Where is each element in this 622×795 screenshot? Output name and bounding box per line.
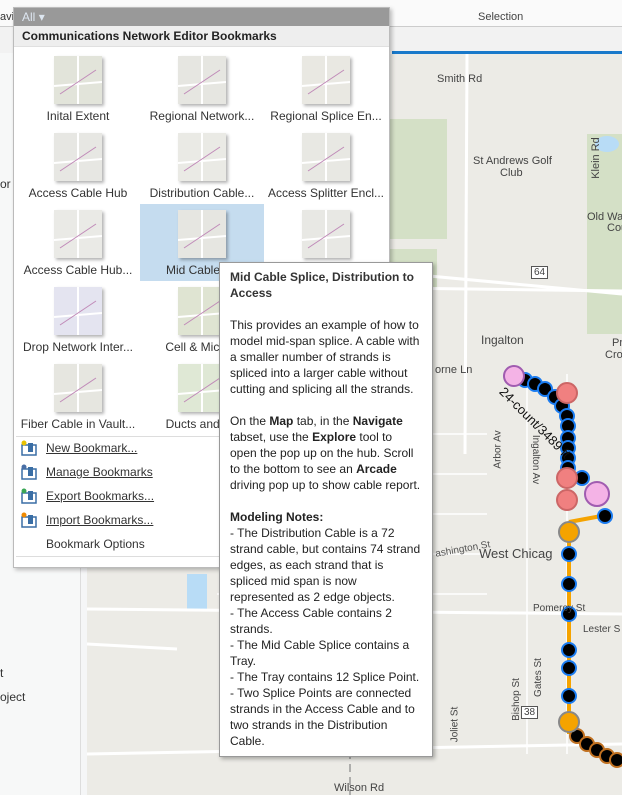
map-label: Smith Rd — [437, 73, 483, 85]
bookmark-item[interactable]: Access Splitter Encl... — [264, 127, 388, 204]
map-label: Cro — [605, 349, 622, 361]
map-label: Club — [500, 167, 523, 179]
map-label: West Chicag — [479, 546, 553, 561]
bookmark-thumbnail — [53, 210, 103, 258]
bookmark-label: Regional Network... — [149, 109, 255, 123]
map-label: Ingalton — [481, 333, 524, 347]
tooltip-description: This provides an example of how to model… — [230, 318, 420, 396]
bookmark-label: Access Splitter Encl... — [267, 186, 385, 200]
bookmark-label: Access Cable Hub — [28, 186, 128, 200]
bookmark-thumbnail — [301, 56, 351, 104]
route-shield: 64 — [531, 266, 549, 279]
menu-item-label: Export Bookmarks... — [46, 489, 155, 503]
bookmark-thumbnail — [177, 210, 227, 258]
menu-item-label: Import Bookmarks... — [46, 513, 154, 527]
bookmark-label: Inital Extent — [46, 109, 110, 123]
note-item: - The Distribution Cable is a 72 strand … — [230, 526, 421, 604]
bookmark-item[interactable]: Regional Network... — [140, 50, 264, 127]
filter-dropdown[interactable]: All ▾ — [14, 8, 389, 26]
new-bookmark-icon — [20, 440, 38, 456]
bookmark-label: Regional Splice En... — [270, 109, 382, 123]
manage-bookmarks-icon — [20, 464, 38, 480]
selection-group-label: Selection — [478, 11, 524, 23]
bookmark-label: Drop Network Inter... — [22, 340, 134, 354]
chevron-down-icon: ▾ — [38, 10, 45, 24]
menu-item-label: Bookmark Options — [46, 537, 145, 551]
network-node — [609, 752, 622, 768]
bookmark-thumbnail — [53, 133, 103, 181]
map-label: Pomeroy St — [533, 603, 586, 614]
tooltip-instructions: On the Map tab, in the Navigate tabset, … — [230, 414, 421, 492]
map-label: Arbor Av — [492, 430, 504, 469]
note-item: - The Mid Cable Splice contains a Tray. — [230, 638, 410, 668]
map-label: orne Ln — [435, 364, 473, 376]
tooltip-title: Mid Cable Splice, Distribution to Access — [230, 270, 415, 300]
network-node — [561, 576, 577, 592]
map-label: Wilson Rd — [334, 782, 385, 794]
bookmark-item[interactable]: Access Cable Hub — [16, 127, 140, 204]
hub-icon — [558, 521, 580, 543]
import-bookmarks-icon — [20, 512, 38, 528]
map-label: Cou — [607, 222, 622, 234]
bookmarks-header: Communications Network Editor Bookmarks — [14, 26, 389, 47]
bookmark-thumbnail — [177, 56, 227, 104]
map-label: Gates St — [532, 658, 544, 697]
map-label: Lester S — [583, 624, 621, 635]
network-node — [561, 642, 577, 658]
bookmark-item[interactable]: Regional Splice En... — [264, 50, 388, 127]
notes-title: Modeling Notes: — [230, 510, 324, 524]
network-node — [561, 688, 577, 704]
note-item: - The Access Cable contains 2 strands. — [230, 606, 392, 636]
bookmark-item[interactable]: Distribution Cable... — [140, 127, 264, 204]
network-node — [597, 508, 613, 524]
menu-item-label: New Bookmark... — [46, 441, 138, 455]
bookmark-thumbnail — [301, 133, 351, 181]
map-label: Ingalton Av — [530, 434, 542, 485]
network-node — [561, 546, 577, 562]
route-shield: 38 — [521, 706, 539, 719]
left-panel-item[interactable]: t — [0, 666, 3, 680]
bookmark-item[interactable]: Drop Network Inter... — [16, 281, 140, 358]
left-panel-item[interactable]: oject — [0, 690, 25, 704]
bookmark-item[interactable]: Inital Extent — [16, 50, 140, 127]
bookmark-thumbnail — [177, 133, 227, 181]
menu-item-label: Manage Bookmarks — [46, 465, 153, 479]
bookmark-tooltip: Mid Cable Splice, Distribution to Access… — [219, 262, 433, 757]
bookmark-thumbnail — [53, 56, 103, 104]
map-label: St Andrews Golf — [473, 155, 552, 167]
map-label: Klein Rd — [589, 137, 602, 179]
note-item: - Two Splice Points are connected strand… — [230, 686, 415, 748]
hub-icon — [558, 711, 580, 733]
bookmark-label: Fiber Cable in Vault... — [20, 417, 136, 431]
note-item: - The Tray contains 12 Splice Point. — [230, 670, 420, 684]
bookmark-thumbnail — [301, 210, 351, 258]
map-label: Joliet St — [449, 706, 461, 743]
filter-label: All — [22, 10, 36, 24]
bookmark-label: Access Cable Hub... — [23, 263, 133, 277]
network-node — [561, 660, 577, 676]
bookmark-item[interactable]: Fiber Cable in Vault... — [16, 358, 140, 435]
bookmark-item[interactable]: Access Cable Hub... — [16, 204, 140, 281]
left-panel-item[interactable]: or — [0, 177, 11, 191]
bookmark-label: Distribution Cable... — [149, 186, 255, 200]
export-bookmarks-icon — [20, 488, 38, 504]
bookmark-thumbnail — [53, 287, 103, 335]
map-label: Pr — [612, 337, 622, 349]
bookmark-thumbnail — [53, 364, 103, 412]
